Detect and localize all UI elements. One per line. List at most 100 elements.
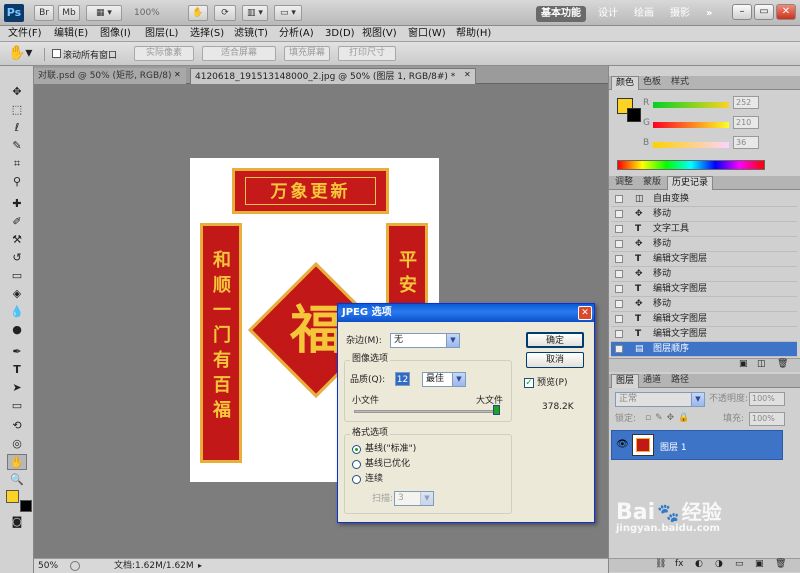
lock-icons[interactable]: ▫✎✥🔒 xyxy=(645,413,693,423)
layer-name[interactable]: 图层 1 xyxy=(660,440,687,453)
history-item[interactable]: T 编辑文字图层 xyxy=(611,312,797,327)
tab-styles[interactable]: 样式 xyxy=(667,76,693,90)
tab-channels[interactable]: 通道 xyxy=(639,374,665,388)
screen-mode-dropdown[interactable]: ▭ ▾ xyxy=(274,5,302,21)
menu-select[interactable]: 选择(S) xyxy=(190,26,224,42)
clone-stamp-tool-icon[interactable]: ⚒ xyxy=(7,232,27,248)
marquee-tool-icon[interactable]: ⬚ xyxy=(7,102,27,118)
tab-adjustments[interactable]: 调整 xyxy=(611,176,637,190)
dodge-tool-icon[interactable]: ● xyxy=(7,322,27,338)
quality-input[interactable]: 12 xyxy=(395,372,410,386)
history-item[interactable]: ◫ 自由变换 xyxy=(611,192,797,207)
quick-mask-icon[interactable]: ◙ xyxy=(7,514,27,530)
eyedropper-tool-icon[interactable]: ⚲ xyxy=(7,174,27,190)
type-tool-icon[interactable]: T xyxy=(7,362,27,378)
workspace-painting[interactable]: 绘画 xyxy=(634,6,654,22)
dialog-close-icon[interactable]: ✕ xyxy=(578,306,592,320)
adjustment-layer-icon[interactable]: ◑ xyxy=(715,559,723,569)
minimize-icon[interactable]: – xyxy=(732,4,752,20)
visibility-eye-icon[interactable]: 👁 xyxy=(616,439,629,450)
menu-edit[interactable]: 编辑(E) xyxy=(54,26,88,42)
restore-icon[interactable]: ▭ xyxy=(754,4,774,20)
channel-g-input[interactable]: 210 xyxy=(733,116,759,129)
quality-slider-thumb[interactable] xyxy=(493,405,500,415)
zoom-readout[interactable]: 50% xyxy=(38,559,58,573)
new-group-icon[interactable]: ▭ xyxy=(735,559,744,569)
tab-paths[interactable]: 路径 xyxy=(667,374,693,388)
menu-image[interactable]: 图像(I) xyxy=(100,26,131,42)
arrange-documents-dropdown[interactable]: ▥ ▾ xyxy=(242,5,268,21)
scans-select[interactable]: 3 ▼ xyxy=(394,491,434,506)
menu-window[interactable]: 窗口(W) xyxy=(408,26,446,42)
channel-b-input[interactable]: 36 xyxy=(733,136,759,149)
color-spectrum-ramp[interactable] xyxy=(617,160,765,170)
workspace-design[interactable]: 设计 xyxy=(598,6,618,22)
history-brush-source-box[interactable] xyxy=(615,255,623,263)
history-item[interactable]: ✥ 移动 xyxy=(611,267,797,282)
history-brush-source-box[interactable] xyxy=(615,315,623,323)
view-extras-dropdown[interactable]: ▦ ▾ xyxy=(86,5,122,21)
brush-tool-icon[interactable]: ✐ xyxy=(7,214,27,230)
tab-jpg-document[interactable]: 4120618_191513148000_2.jpg @ 50% (图层 1, … xyxy=(190,68,476,84)
menu-analysis[interactable]: 分析(A) xyxy=(279,26,314,42)
background-color-swatch[interactable] xyxy=(627,108,641,122)
quality-preset-select[interactable]: 最佳 ▼ xyxy=(422,372,466,387)
workspace-photography[interactable]: 摄影 xyxy=(670,6,690,22)
zoom-tool-icon[interactable]: 🔍 xyxy=(7,472,27,488)
history-brush-source-box[interactable] xyxy=(615,210,623,218)
menu-view[interactable]: 视图(V) xyxy=(362,26,397,42)
new-document-icon[interactable]: ▣ xyxy=(739,359,748,369)
history-item[interactable]: ✥ 移动 xyxy=(611,297,797,312)
history-item[interactable]: T 编辑文字图层 xyxy=(611,327,797,342)
bridge-button[interactable]: Br xyxy=(34,5,54,21)
zoom-level-dropdown[interactable]: 100% xyxy=(134,8,160,18)
history-brush-source-box[interactable] xyxy=(615,330,623,338)
history-brush-source-box[interactable] xyxy=(615,225,623,233)
tab-close-icon[interactable]: ✕ xyxy=(464,70,471,79)
move-tool-icon[interactable]: ✥ xyxy=(7,84,27,100)
tab-layers[interactable]: 图层 xyxy=(611,374,640,388)
history-item[interactable]: ✥ 移动 xyxy=(611,207,797,222)
history-brush-source-box[interactable] xyxy=(615,345,623,353)
menu-layer[interactable]: 图层(L) xyxy=(145,26,178,42)
healing-brush-tool-icon[interactable]: ✚ xyxy=(7,196,27,212)
history-brush-tool-icon[interactable]: ↺ xyxy=(7,250,27,266)
tab-masks[interactable]: 蒙版 xyxy=(639,176,665,190)
background-color-swatch[interactable] xyxy=(20,500,32,512)
history-item[interactable]: T 文字工具 xyxy=(611,222,797,237)
blend-mode-select[interactable]: 正常 ▼ xyxy=(615,392,705,407)
matte-select[interactable]: 无 ▼ xyxy=(390,333,460,348)
crop-tool-icon[interactable]: ⌗ xyxy=(7,156,27,172)
foreground-color-swatch[interactable] xyxy=(6,490,19,503)
menu-3d[interactable]: 3D(D) xyxy=(325,26,355,42)
lasso-tool-icon[interactable]: ℓ xyxy=(7,120,27,136)
cancel-button[interactable]: 取消 xyxy=(526,352,584,368)
new-snapshot-icon[interactable]: ◫ xyxy=(757,359,766,369)
delete-layer-icon[interactable]: 🗑 xyxy=(775,559,786,569)
history-brush-source-box[interactable] xyxy=(615,300,623,308)
eraser-tool-icon[interactable]: ▭ xyxy=(7,268,27,284)
scroll-all-checkbox[interactable] xyxy=(52,49,61,58)
status-menu-arrow-icon[interactable]: ▸ xyxy=(198,559,202,573)
quick-select-tool-icon[interactable]: ✎ xyxy=(7,138,27,154)
tab-swatches[interactable]: 色板 xyxy=(639,76,665,90)
status-info-icon[interactable] xyxy=(70,561,80,571)
3d-orbit-tool-icon[interactable]: ◎ xyxy=(7,436,27,452)
paint-bucket-tool-icon[interactable]: ◈ xyxy=(7,286,27,302)
history-item[interactable]: T 编辑文字图层 xyxy=(611,252,797,267)
link-layers-icon[interactable]: ⛓ xyxy=(655,559,666,569)
delete-icon[interactable]: 🗑 xyxy=(777,359,788,369)
history-brush-source-box[interactable] xyxy=(615,195,623,203)
opacity-input[interactable]: 100% xyxy=(749,392,785,406)
path-select-tool-icon[interactable]: ➤ xyxy=(7,380,27,396)
actual-pixels-button[interactable]: 实际像素 xyxy=(134,46,194,61)
tab-color[interactable]: 颜色 xyxy=(611,76,640,90)
mini-bridge-button[interactable]: Mb xyxy=(58,5,80,21)
menu-file[interactable]: 文件(F) xyxy=(8,26,42,42)
layer-style-icon[interactable]: fx xyxy=(675,559,684,569)
shape-tool-icon[interactable]: ▭ xyxy=(7,398,27,414)
hand-tool-icon[interactable]: ✋ xyxy=(188,5,208,21)
tab-history[interactable]: 历史记录 xyxy=(667,176,714,190)
close-icon[interactable]: ✕ xyxy=(776,4,796,20)
channel-b-slider[interactable] xyxy=(653,142,729,148)
